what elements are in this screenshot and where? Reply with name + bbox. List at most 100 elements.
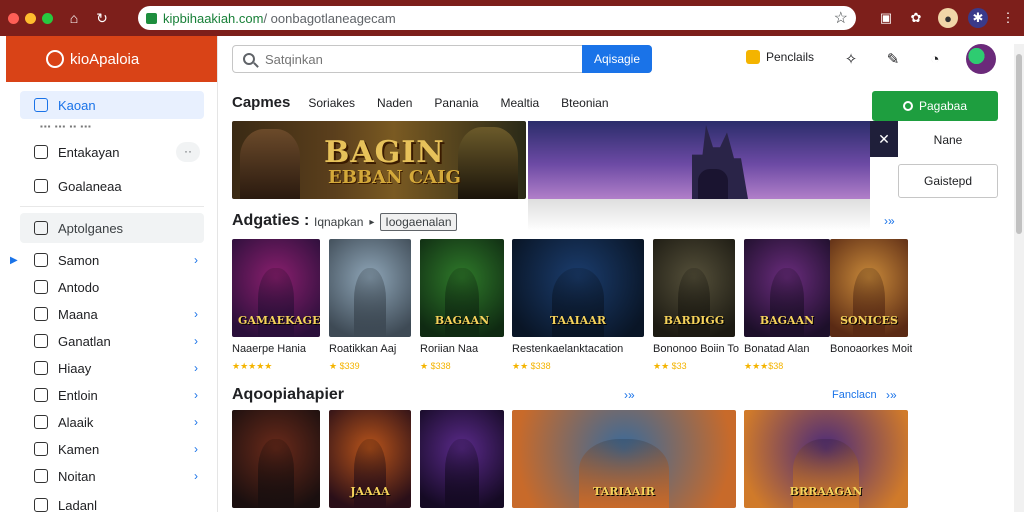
scrollbar-thumb[interactable] — [1016, 54, 1022, 234]
sidebar-item-hiaay[interactable]: Hiaay › — [20, 354, 204, 382]
game-logo: BAGAAN — [434, 314, 490, 327]
game-card-image[interactable]: GAMAEKAGE — [232, 239, 320, 337]
game-title[interactable]: Restenkaelanktacation — [512, 343, 648, 355]
minimize-window-button[interactable] — [25, 12, 36, 24]
home-icon[interactable]: ⌂ — [64, 8, 84, 28]
search-input[interactable] — [265, 51, 565, 67]
tab-bteonian[interactable]: Bteonian — [561, 96, 608, 110]
section-link[interactable]: Fanclacn — [832, 389, 877, 401]
sidebar-item-maana[interactable]: Maana › — [20, 300, 204, 328]
sidebar-item-samon[interactable]: ▶ Samon › — [10, 246, 204, 274]
brand-name: kioApaloia — [70, 50, 140, 68]
tab-mealtia[interactable]: Mealtia — [500, 96, 539, 110]
sidebar-item-antodo[interactable]: Antodo — [20, 273, 204, 301]
game-card-image[interactable]: TAAIAAR — [512, 239, 644, 337]
see-more-arrow[interactable]: ›» — [886, 388, 897, 402]
tab-capmes[interactable]: Capmes — [232, 94, 290, 111]
sidebar-item-label: Maana — [58, 306, 98, 322]
game-title[interactable]: Bonatad Alan — [744, 343, 834, 355]
sidebar-item-entloin[interactable]: Entloin › — [20, 381, 204, 409]
game-card-image[interactable]: BAGAAN — [420, 239, 504, 337]
browser-menu-icon[interactable]: ⋮ — [998, 8, 1018, 28]
url-host: kipbihaakiah.com — [163, 10, 264, 26]
sidebar-item-goalaneaa[interactable]: Goalaneaa — [20, 172, 204, 200]
hero-banner-1[interactable]: BAGIN EBBAN CAIG — [232, 121, 526, 199]
maximize-window-button[interactable] — [42, 12, 53, 24]
chevron-right-icon: › — [194, 442, 198, 456]
chat-bubble-icon[interactable]: ◔ — [924, 48, 946, 70]
game-rating: ★ $338 — [420, 361, 451, 371]
list-icon — [34, 442, 48, 456]
game-card-image[interactable] — [329, 239, 411, 337]
section-title: Adgaties : — [232, 212, 310, 229]
game-rating: ★★ $338 — [512, 361, 551, 371]
sidebar-item-entakayan[interactable]: Entakayan ·· — [20, 138, 204, 166]
address-bar[interactable]: kipbihaakiah.com / oonbagotlaneagecam ☆ — [138, 6, 856, 30]
caret-right-icon: ▶ — [10, 254, 18, 266]
carousel-next-button[interactable]: ✕ — [870, 121, 898, 157]
breadcrumb-current[interactable]: Ioogaenalan — [380, 213, 457, 231]
sidebar-item-ladanl[interactable]: Ladanl — [20, 491, 204, 512]
extension-puzzle-icon[interactable]: ✱ — [968, 8, 988, 28]
more-options-button[interactable]: ·· — [176, 142, 200, 162]
sidebar-item-label: Ladanl — [58, 497, 98, 512]
secure-lock-icon — [146, 12, 157, 24]
game-logo: BARDIGG — [663, 314, 725, 327]
hero-banner-2[interactable] — [528, 121, 870, 199]
sidebar-item-label: Ganatlan — [58, 333, 111, 349]
game-logo: BAGAAN — [759, 314, 815, 327]
sidebar-item-aptolganes[interactable]: Aptolganes — [20, 213, 204, 243]
game-card-image[interactable] — [420, 410, 504, 508]
game-rating: ★ $339 — [329, 361, 360, 371]
game-card-image[interactable]: BARDIGG — [653, 239, 735, 337]
breadcrumb-item[interactable]: Iqnapkan — [314, 215, 363, 229]
tab-soriakes[interactable]: Soriakes — [308, 96, 355, 110]
hero-character-art — [698, 169, 728, 199]
game-title[interactable]: Bonoaorkes Moiting Bogoat — [830, 343, 912, 355]
sidebar-item-alaaik[interactable]: Alaaik › — [20, 408, 204, 436]
game-title[interactable]: Naaerpe Hania — [232, 343, 324, 355]
bookmark-star-icon[interactable]: ☆ — [834, 8, 848, 28]
primary-action-button[interactable]: Pagabaa — [872, 91, 998, 121]
avatar[interactable] — [966, 44, 996, 74]
game-card-image[interactable]: BRRAAGAN — [744, 410, 908, 508]
game-card-image[interactable] — [232, 410, 320, 508]
extension-paw-icon[interactable]: ✿ — [906, 8, 926, 28]
see-more-arrow[interactable]: ›» — [624, 388, 635, 402]
brand-header[interactable]: kioApaloia — [6, 36, 217, 82]
game-card-image[interactable]: TARIAAIR — [512, 410, 736, 508]
tab-naden[interactable]: Naden — [377, 96, 412, 110]
sidebar-item-kamen[interactable]: Kamen › — [20, 435, 204, 463]
game-title[interactable]: Bononoo Boiin Toiin — [653, 343, 739, 355]
hero-subtitle: EBBAN CAIG — [328, 167, 461, 188]
game-card-image[interactable]: SONICES — [830, 239, 908, 337]
rocket-icon[interactable]: ✧ — [840, 48, 862, 70]
extension-camera-icon[interactable]: ▣ — [876, 8, 896, 28]
search-button[interactable]: Aqisagie — [582, 45, 652, 73]
mail-icon — [34, 253, 48, 267]
hero-character-art — [240, 129, 300, 199]
game-card-image[interactable]: BAGAAN — [744, 239, 830, 337]
pin-icon[interactable]: ✎ — [882, 48, 904, 70]
sidebar-divider — [20, 206, 204, 207]
window-controls — [8, 12, 53, 24]
game-logo: TAAIAAR — [549, 314, 606, 327]
tab-panania[interactable]: Panania — [434, 96, 478, 110]
see-more-arrow[interactable]: ›» — [884, 214, 895, 228]
sidebar-item-label: Alaaik — [58, 414, 94, 430]
extension-profile-icon[interactable]: ● — [938, 8, 958, 28]
sidebar-item-kaoan[interactable]: Kaoan — [20, 91, 204, 119]
sidebar-item-label: Entloin — [58, 387, 98, 403]
game-title[interactable]: Roatikkan Aaj — [329, 343, 415, 355]
points-display[interactable]: Penclails — [746, 50, 814, 64]
sidebar-item-ganatlan[interactable]: Ganatlan › — [20, 327, 204, 355]
close-window-button[interactable] — [8, 12, 19, 24]
name-option[interactable]: Nane — [898, 122, 998, 158]
reload-icon[interactable]: ↻ — [92, 8, 112, 28]
scrollbar[interactable] — [1014, 44, 1024, 512]
sidebar-item-noitan[interactable]: Noitan › — [20, 462, 204, 490]
select-dropdown[interactable]: Gaistepd — [898, 164, 998, 198]
calendar-icon — [34, 98, 48, 112]
game-title[interactable]: Roriian Naa — [420, 343, 508, 355]
game-card-image[interactable]: JAAAA — [329, 410, 411, 508]
